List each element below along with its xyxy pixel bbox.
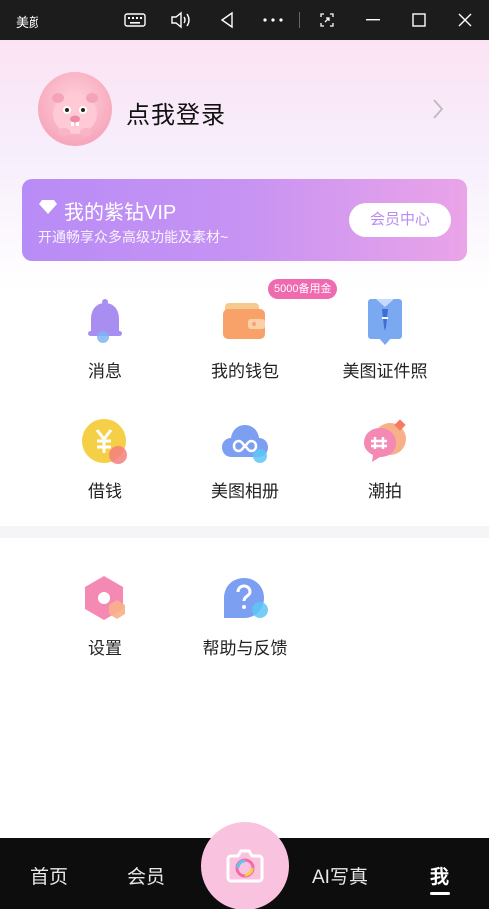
minimize-icon[interactable] (356, 0, 390, 40)
diamond-icon (39, 200, 57, 214)
login-row[interactable]: 点我登录 (38, 72, 458, 148)
grid-item-settings[interactable]: 设置 (40, 574, 170, 674)
vip-title: 我的紫钻VIP (64, 202, 177, 224)
grid-item-help[interactable]: 帮助与反馈 (180, 574, 310, 674)
nav-member[interactable]: 会员 (127, 862, 165, 889)
wallet-badge: 5000备用金 (268, 279, 338, 299)
back-icon[interactable] (210, 0, 244, 40)
app-name: 美颜相机 (16, 15, 38, 30)
close-icon[interactable] (448, 0, 482, 40)
nav-ai-portrait[interactable]: AI写真 (312, 862, 368, 889)
nav-active-indicator (430, 892, 450, 895)
grid-label: 美图证件照 (342, 362, 428, 381)
help-icon (224, 578, 268, 618)
grid-item-id-photo[interactable]: 美图证件照 (320, 297, 450, 397)
volume-icon[interactable] (164, 0, 198, 40)
titlebar-divider (299, 12, 300, 28)
avatar[interactable] (38, 72, 112, 146)
member-center-button[interactable]: 会员中心 (349, 203, 451, 237)
grid-label: 设置 (88, 639, 122, 658)
screenshot-icon[interactable] (310, 0, 344, 40)
chevron-right-icon[interactable] (432, 98, 444, 120)
wallet-icon (223, 303, 265, 339)
grid-label: 借钱 (88, 482, 122, 501)
grid-item-messages[interactable]: 消息 (40, 297, 170, 397)
grid-label: 帮助与反馈 (202, 639, 288, 658)
maximize-icon[interactable] (402, 0, 436, 40)
keyboard-icon[interactable] (118, 0, 152, 40)
login-text[interactable]: 点我登录 (126, 95, 226, 130)
window-titlebar: 美颜相机 (0, 0, 489, 40)
bell-icon (88, 299, 122, 343)
grid-item-trendy-shot[interactable]: 潮拍 (320, 417, 450, 517)
grid-item-album[interactable]: 美图相册 (180, 417, 310, 517)
more-icon[interactable] (256, 0, 290, 40)
grid-item-borrow[interactable]: 借钱 (40, 417, 170, 517)
camera-icon (226, 849, 264, 883)
camera-button[interactable] (201, 822, 289, 909)
nav-home[interactable]: 首页 (30, 862, 68, 889)
id-photo-icon (368, 299, 402, 345)
nav-me[interactable]: 我 (430, 862, 449, 889)
settings-icon (85, 576, 125, 620)
grid-label: 我的钱包 (211, 362, 279, 381)
grid-label: 潮拍 (368, 482, 402, 501)
grid-label: 消息 (88, 362, 122, 381)
cloud-album-icon (222, 425, 268, 463)
grid-label: 美图相册 (211, 482, 279, 501)
vip-card[interactable]: 我的紫钻VIP 开通畅享众多高级功能及素材~ 会员中心 (22, 179, 467, 261)
grid-item-wallet[interactable]: 我的钱包 (180, 297, 310, 397)
section-divider (0, 526, 489, 538)
vip-subtitle: 开通畅享众多高级功能及素材~ (38, 229, 229, 245)
yen-icon (82, 419, 127, 464)
bear-avatar-icon (52, 93, 98, 136)
hashtag-icon (364, 419, 406, 462)
